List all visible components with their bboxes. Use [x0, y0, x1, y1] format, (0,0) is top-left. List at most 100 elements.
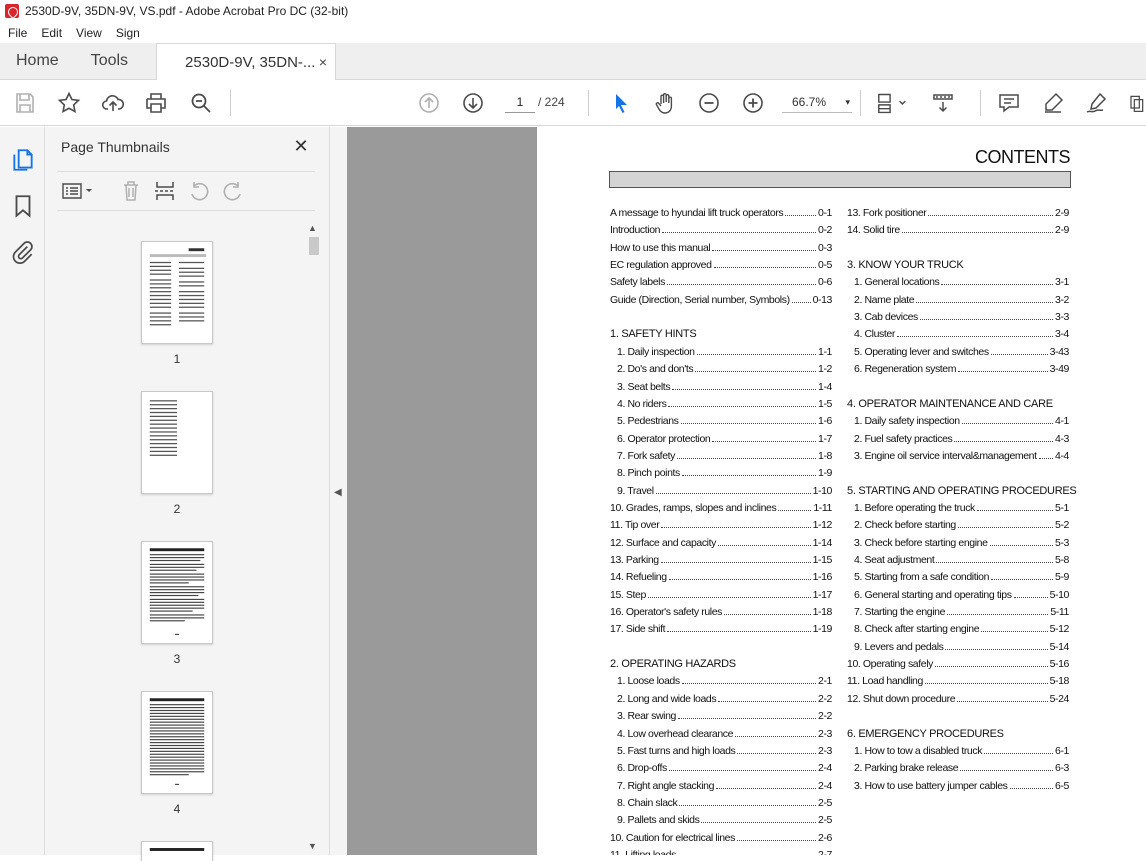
toc-entry[interactable]: 3. Cab devices 3-3 [854, 311, 1069, 325]
tab-tools[interactable]: Tools [75, 43, 144, 79]
highlight-pen-icon[interactable] [1040, 90, 1066, 116]
toc-entry[interactable]: 1. General locations 3-1 [854, 276, 1069, 290]
toc-entry[interactable]: 7. Right angle stacking 2-4 [617, 780, 832, 794]
toc-entry[interactable]: How to use this manual 0-3 [610, 242, 832, 256]
toc-entry[interactable]: 9. Levers and pedals 5-14 [854, 641, 1069, 655]
select-cursor-icon[interactable] [608, 90, 634, 116]
toc-entry[interactable]: 3. How to use battery jumper cables 6-5 [854, 780, 1069, 794]
zoom-out-icon[interactable] [696, 90, 722, 116]
toc-entry[interactable]: 8. Check after starting engine 5-12 [854, 623, 1069, 637]
toc-entry[interactable]: 6. General starting and operating tips 5-… [854, 589, 1069, 603]
page-thumbnails-icon[interactable] [10, 147, 36, 173]
fit-page-icon[interactable] [874, 90, 910, 116]
toc-entry[interactable]: 11. Tip over 1-12 [610, 519, 832, 533]
page-thumbnail-1[interactable] [141, 241, 213, 344]
toc-entry[interactable]: 5. Pedestrians 1-6 [617, 415, 832, 429]
toc-entry[interactable]: Safety labels 0-6 [610, 276, 832, 290]
toc-entry[interactable]: 13. Parking 1-15 [610, 554, 832, 568]
thumbnail-scrollbar[interactable]: ▲ ▼ [307, 221, 321, 855]
toc-entry[interactable]: 4. Low overhead clearance 2-3 [617, 728, 832, 742]
comment-icon[interactable] [996, 90, 1022, 116]
close-icon[interactable]: ✕ [291, 137, 311, 157]
toc-entry[interactable]: 16. Operator's safety rules 1-18 [610, 606, 832, 620]
zoom-select[interactable]: 66.7% ▾ [782, 91, 852, 113]
tab-home[interactable]: Home [0, 43, 75, 79]
panel-collapse-handle[interactable]: ◀ [330, 127, 347, 855]
toc-entry[interactable]: EC regulation approved 0-5 [610, 259, 832, 273]
scroll-up-icon[interactable]: ▲ [308, 223, 317, 233]
toc-entry[interactable]: 1. Loose loads 2-1 [617, 675, 832, 689]
toc-entry[interactable]: Introduction 0-2 [610, 224, 832, 238]
toc-entry[interactable]: 9. Travel 1-10 [617, 485, 832, 499]
toc-entry[interactable]: 3. Seat belts 1-4 [617, 381, 832, 395]
page-thumbnail-3[interactable] [141, 541, 213, 644]
scroll-mode-icon[interactable] [930, 90, 956, 116]
menu-file[interactable]: File [0, 26, 33, 40]
toc-entry[interactable]: 6. Regeneration system 3-49 [854, 363, 1069, 377]
page-thumbnail-4[interactable] [141, 691, 213, 794]
toc-entry[interactable]: 2. Name plate 3-2 [854, 294, 1069, 308]
toc-entry[interactable]: 11. Lifting loads 2-7 [610, 849, 832, 855]
toc-entry[interactable]: 6. Operator protection 1-7 [617, 433, 832, 447]
more-tools-icon[interactable] [1126, 90, 1146, 116]
toc-entry[interactable]: 1. Daily inspection 1-1 [617, 346, 832, 360]
toc-entry[interactable]: 2. Parking brake release 6-3 [854, 762, 1069, 776]
scroll-thumb[interactable] [309, 237, 319, 255]
toc-entry[interactable]: 4. Cluster 3-4 [854, 328, 1069, 342]
toc-entry[interactable]: 9. Pallets and skids 2-5 [617, 814, 832, 828]
toc-entry[interactable]: 3. Rear swing 2-2 [617, 710, 832, 724]
toc-entry[interactable]: 4. No riders 1-5 [617, 398, 832, 412]
hand-tool-icon[interactable] [652, 90, 678, 116]
zoom-in-icon[interactable] [740, 90, 766, 116]
options-menu-icon[interactable] [61, 180, 95, 202]
extract-page-icon[interactable] [153, 180, 177, 202]
tab-document[interactable]: 2530D-9V, 35DN-... × [156, 43, 337, 80]
toc-entry[interactable]: 10. Caution for electrical lines 2-6 [610, 832, 832, 846]
toc-entry[interactable]: 5. Starting from a safe condition 5-9 [854, 571, 1069, 585]
print-icon[interactable] [143, 90, 169, 116]
scroll-down-icon[interactable]: ▼ [308, 841, 317, 851]
delete-page-icon[interactable] [119, 180, 143, 202]
toc-entry[interactable]: 14. Solid tire 2-9 [847, 224, 1069, 238]
toc-entry[interactable]: 14. Refueling 1-16 [610, 571, 832, 585]
toc-entry[interactable]: 5. Operating lever and switches 3-43 [854, 346, 1069, 360]
toc-entry[interactable]: A message to hyundai lift truck operator… [610, 207, 832, 221]
toc-entry[interactable]: 8. Pinch points 1-9 [617, 467, 832, 481]
toc-entry[interactable]: 2. Fuel safety practices 4-3 [854, 433, 1069, 447]
toc-entry[interactable]: 13. Fork positioner 2-9 [847, 207, 1069, 221]
toc-entry[interactable]: 2. Long and wide loads 2-2 [617, 693, 832, 707]
toc-entry[interactable]: 3. Check before starting engine 5-3 [854, 537, 1069, 551]
attachments-icon[interactable] [10, 239, 36, 265]
toc-entry[interactable]: 1. How to tow a disabled truck 6-1 [854, 745, 1069, 759]
previous-page-icon[interactable] [416, 90, 442, 116]
bookmarks-icon[interactable] [10, 193, 36, 219]
document-viewer[interactable]: CONTENTS A message to hyundai lift truck… [347, 127, 1146, 855]
toc-entry[interactable]: 7. Fork safety 1-8 [617, 450, 832, 464]
toc-entry[interactable]: 3. Engine oil service interval&managemen… [854, 450, 1069, 464]
toc-entry[interactable]: 10. Grades, ramps, slopes and inclines 1-… [610, 502, 832, 516]
toc-entry[interactable]: 11. Load handling 5-18 [847, 675, 1069, 689]
upload-cloud-icon[interactable] [100, 90, 126, 116]
toc-entry[interactable]: 6. Drop-offs 2-4 [617, 762, 832, 776]
toc-entry[interactable]: 12. Surface and capacity 1-14 [610, 537, 832, 551]
save-icon[interactable] [12, 90, 38, 116]
sign-pen-icon[interactable] [1083, 90, 1109, 116]
page-thumbnail-5[interactable] [141, 841, 213, 861]
toc-entry[interactable]: 15. Step 1-17 [610, 589, 832, 603]
toc-entry[interactable]: 1. Daily safety inspection 4-1 [854, 415, 1069, 429]
toc-entry[interactable]: 1. Before operating the truck 5-1 [854, 502, 1069, 516]
toc-entry[interactable]: 17. Side shift 1-19 [610, 623, 832, 637]
tab-close-icon[interactable]: × [319, 54, 327, 70]
rotate-left-icon[interactable] [187, 180, 211, 202]
toc-entry[interactable]: 4. Seat adjustment 5-8 [854, 554, 1069, 568]
rotate-right-icon[interactable] [221, 180, 245, 202]
menu-sign[interactable]: Sign [108, 26, 146, 40]
toc-entry[interactable]: 12. Shut down procedure 5-24 [847, 693, 1069, 707]
toc-entry[interactable]: 2. Do's and don'ts 1-2 [617, 363, 832, 377]
toc-entry[interactable]: Guide (Direction, Serial number, Symbols… [610, 294, 832, 308]
toc-entry[interactable]: 5. Fast turns and high loads 2-3 [617, 745, 832, 759]
menu-view[interactable]: View [68, 26, 108, 40]
page-thumbnail-2[interactable] [141, 391, 213, 494]
toc-entry[interactable]: 7. Starting the engine 5-11 [854, 606, 1069, 620]
bookmark-star-icon[interactable] [56, 90, 82, 116]
